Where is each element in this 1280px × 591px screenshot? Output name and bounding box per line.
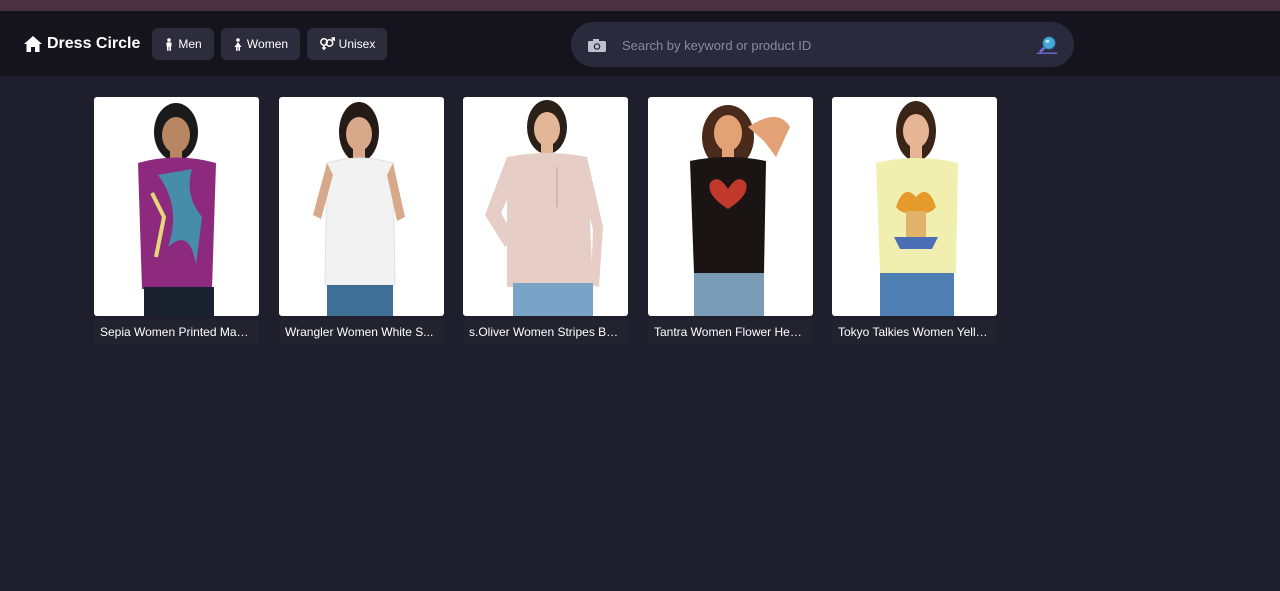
- product-name: s.Oliver Women Stripes Bei...: [463, 319, 628, 345]
- brand-logo[interactable]: Dress Circle: [23, 33, 140, 55]
- nav-unisex-button[interactable]: Unisex: [307, 28, 387, 60]
- camera-icon[interactable]: [587, 38, 607, 53]
- product-image[interactable]: [463, 97, 628, 316]
- product-photo-3: [485, 100, 603, 316]
- product-photo-5: [876, 101, 958, 316]
- product-image[interactable]: [648, 97, 813, 316]
- nav-men-label: Men: [178, 37, 202, 51]
- search-icon[interactable]: [1036, 35, 1058, 55]
- nav-unisex-label: Unisex: [338, 37, 376, 51]
- product-image[interactable]: [279, 97, 444, 316]
- product-card[interactable]: Tokyo Talkies Women Yello...: [832, 97, 997, 346]
- product-card[interactable]: Tantra Women Flower Hear...: [648, 97, 813, 346]
- nav-women-label: Women: [246, 37, 289, 51]
- product-photo-4: [690, 105, 790, 316]
- gender-icon: [319, 37, 335, 50]
- product-photo-1: [138, 103, 216, 316]
- brand-name: Dress Circle: [47, 35, 141, 52]
- product-card[interactable]: Sepia Women Printed Mag...: [94, 97, 259, 346]
- nav-women-button[interactable]: Women: [221, 28, 300, 60]
- product-card[interactable]: Wrangler Women White S...: [279, 97, 444, 346]
- product-image[interactable]: [94, 97, 259, 316]
- header: Dress Circle Men Women Unisex: [0, 11, 1280, 76]
- search-input[interactable]: [620, 34, 1024, 56]
- product-card[interactable]: s.Oliver Women Stripes Bei...: [463, 97, 628, 346]
- product-name: Sepia Women Printed Mag...: [94, 319, 259, 345]
- search-bar: [571, 22, 1074, 67]
- product-name: Wrangler Women White S...: [279, 319, 444, 345]
- nav-men-button[interactable]: Men: [152, 28, 214, 60]
- browser-top-strip: [0, 0, 1280, 11]
- product-name: Tantra Women Flower Hear...: [648, 319, 813, 345]
- female-icon: [234, 37, 242, 51]
- product-image[interactable]: [832, 97, 997, 316]
- product-photo-2: [313, 102, 405, 316]
- home-icon: [24, 36, 42, 52]
- male-icon: [166, 37, 172, 51]
- product-name: Tokyo Talkies Women Yello...: [832, 319, 997, 345]
